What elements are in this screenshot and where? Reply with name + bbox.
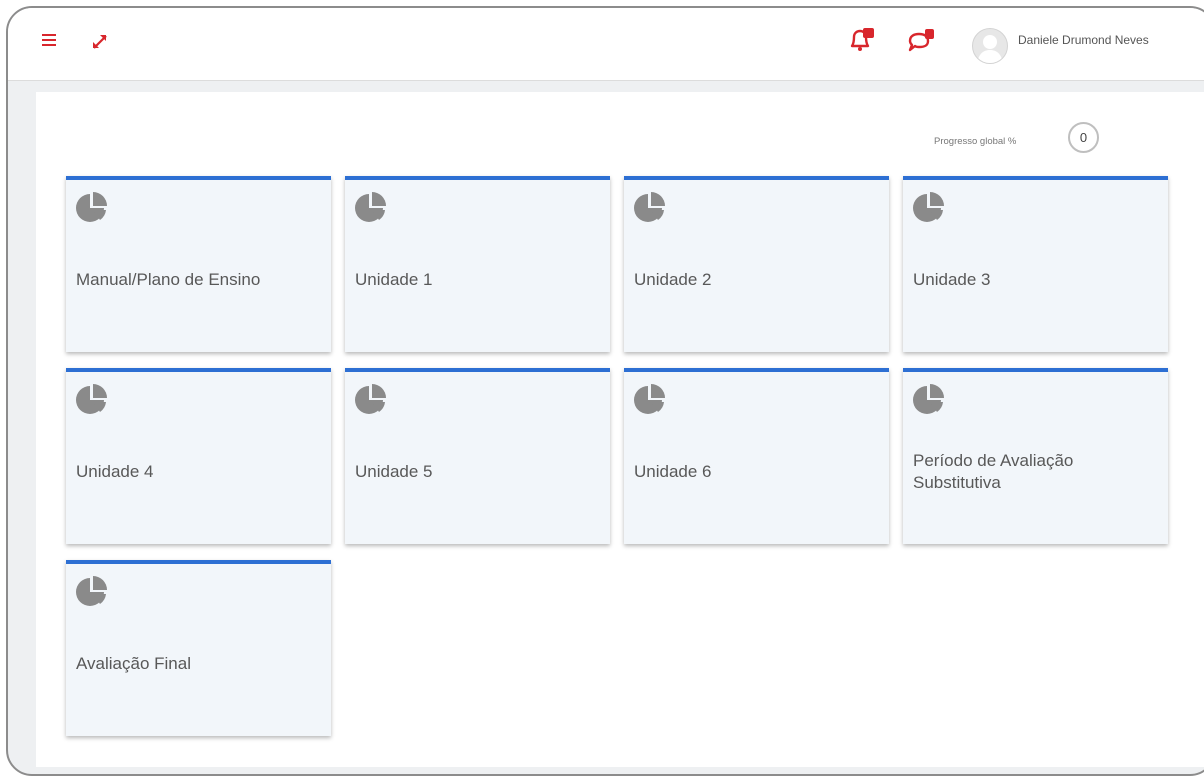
user-menu-name[interactable]: Daniele Drumond Neves — [1018, 33, 1149, 47]
messages-chat-icon[interactable] — [906, 26, 936, 54]
progress-value: 0 — [1079, 130, 1088, 145]
pie-chart-icon — [634, 384, 665, 414]
unit-card-title: Unidade 5 — [355, 462, 433, 481]
unit-card-title: Período de Avaliação Substitutiva — [913, 451, 1074, 492]
unit-card[interactable]: Avaliação Final — [66, 560, 331, 736]
expand-icon[interactable] — [90, 32, 110, 52]
unit-card[interactable]: Unidade 6 — [624, 368, 889, 544]
pie-chart-icon — [634, 192, 665, 222]
unit-card[interactable]: Período de Avaliação Substitutiva — [903, 368, 1168, 544]
progress-label: Progresso global % — [934, 136, 1017, 147]
pie-chart-icon — [76, 192, 107, 222]
pie-chart-icon — [913, 384, 944, 414]
pie-chart-icon — [913, 192, 944, 222]
unit-card-title: Unidade 6 — [634, 462, 712, 481]
unit-card-title: Avaliação Final — [76, 654, 191, 673]
unit-card[interactable]: Unidade 1 — [345, 176, 610, 352]
unit-card-title: Unidade 2 — [634, 270, 712, 289]
unit-card[interactable]: Manual/Plano de Ensino — [66, 176, 331, 352]
unit-card[interactable]: Unidade 2 — [624, 176, 889, 352]
app-frame: Daniele Drumond Neves Progresso global %… — [6, 6, 1204, 776]
pie-chart-icon — [355, 192, 386, 222]
unit-card[interactable]: Unidade 5 — [345, 368, 610, 544]
progress-indicator: 0 — [1068, 122, 1099, 153]
notifications-bell-icon[interactable] — [846, 26, 876, 54]
menu-icon[interactable] — [42, 34, 56, 46]
unit-card-title: Unidade 4 — [76, 462, 154, 481]
user-silhouette-icon — [977, 35, 1003, 63]
pie-chart-icon — [355, 384, 386, 414]
unit-card-title: Manual/Plano de Ensino — [76, 270, 261, 289]
unit-card-title: Unidade 1 — [355, 270, 433, 289]
pie-chart-icon — [76, 576, 107, 606]
unit-card[interactable]: Unidade 4 — [66, 368, 331, 544]
unit-card-title: Unidade 3 — [913, 270, 991, 289]
main-content: Progresso global % 0 Manual/Plano de Ens… — [36, 92, 1204, 767]
unit-card[interactable]: Unidade 3 — [903, 176, 1168, 352]
top-navbar: Daniele Drumond Neves — [8, 8, 1204, 81]
avatar[interactable] — [972, 28, 1008, 64]
pie-chart-icon — [76, 384, 107, 414]
